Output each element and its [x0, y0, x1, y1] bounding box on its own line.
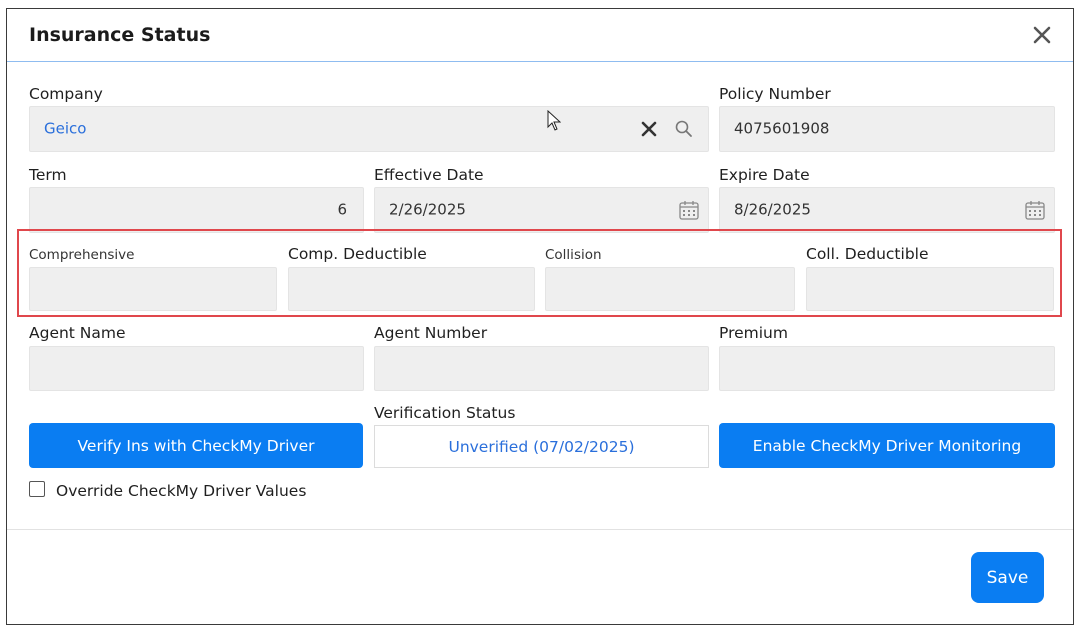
- expire-date-label: Expire Date: [719, 166, 810, 184]
- override-label: Override CheckMy Driver Values: [56, 482, 307, 500]
- dialog-header: Insurance Status: [7, 9, 1073, 62]
- company-field[interactable]: Geico: [29, 106, 709, 152]
- term-field[interactable]: 6: [29, 187, 364, 233]
- verification-status-value: Unverified (07/02/2025): [374, 425, 709, 468]
- save-button[interactable]: Save: [971, 552, 1044, 603]
- company-label: Company: [29, 85, 103, 103]
- dialog-title: Insurance Status: [29, 24, 211, 46]
- search-icon[interactable]: [674, 119, 694, 139]
- agent-number-field[interactable]: [374, 346, 709, 391]
- enable-monitoring-button[interactable]: Enable CheckMy Driver Monitoring: [719, 423, 1055, 468]
- agent-name-field[interactable]: [29, 346, 364, 391]
- expire-date-field[interactable]: 8/26/2025: [719, 187, 1055, 233]
- expire-date-value: 8/26/2025: [734, 200, 811, 219]
- effective-date-field[interactable]: 2/26/2025: [374, 187, 709, 233]
- agent-number-label: Agent Number: [374, 324, 488, 342]
- term-label: Term: [29, 166, 67, 184]
- verification-status-label: Verification Status: [374, 404, 516, 422]
- policy-number-value: 4075601908: [734, 119, 830, 138]
- insurance-status-dialog: Insurance Status Company Geico Policy Nu…: [6, 8, 1074, 625]
- clear-icon[interactable]: [640, 120, 658, 138]
- verify-insurance-button[interactable]: Verify Ins with CheckMy Driver: [29, 423, 363, 468]
- close-icon[interactable]: [1029, 22, 1055, 48]
- effective-date-value: 2/26/2025: [389, 200, 466, 219]
- footer-divider: [7, 529, 1073, 530]
- calendar-icon[interactable]: [1024, 199, 1046, 221]
- company-value: Geico: [44, 119, 87, 138]
- mouse-cursor-icon: [547, 110, 561, 131]
- effective-date-label: Effective Date: [374, 166, 484, 184]
- agent-name-label: Agent Name: [29, 324, 126, 342]
- premium-label: Premium: [719, 324, 788, 342]
- calendar-icon[interactable]: [678, 199, 700, 221]
- premium-field[interactable]: [719, 346, 1055, 391]
- override-checkbox[interactable]: [29, 481, 45, 497]
- highlight-box: [17, 229, 1062, 317]
- term-value: 6: [337, 200, 347, 219]
- policy-number-label: Policy Number: [719, 85, 831, 103]
- policy-number-field[interactable]: 4075601908: [719, 106, 1055, 152]
